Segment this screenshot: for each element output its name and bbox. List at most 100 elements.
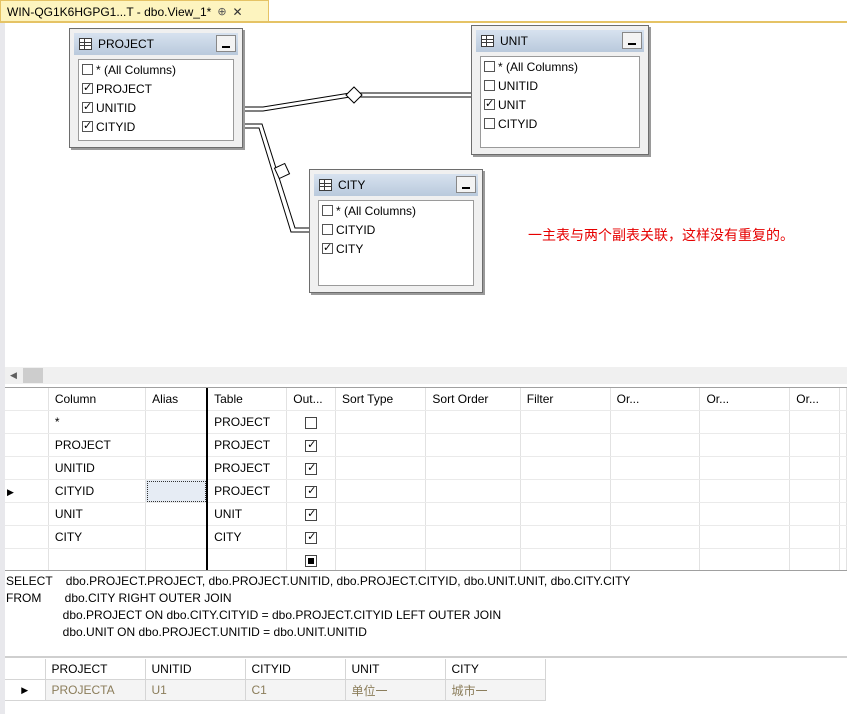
join-line-project-city[interactable]: [243, 123, 309, 233]
results-cell[interactable]: C1: [245, 679, 346, 701]
grid-header[interactable]: Or...: [610, 388, 701, 411]
grid-cell-column[interactable]: CITYID: [48, 479, 147, 503]
row-selector[interactable]: [5, 548, 49, 572]
grid-cell-table[interactable]: [207, 548, 288, 572]
grid-cell-empty[interactable]: [335, 502, 427, 526]
grid-cell-empty[interactable]: [610, 525, 701, 549]
results-cell[interactable]: 单位一: [345, 679, 446, 701]
results-header[interactable]: CITYID: [245, 659, 346, 680]
pin-icon[interactable]: ⊕: [217, 5, 226, 18]
grid-cell-empty[interactable]: [425, 433, 521, 457]
table-window-unit[interactable]: UNIT * (All Columns) UNITID UNIT CITYID: [471, 25, 649, 155]
grid-cell-empty[interactable]: [335, 548, 427, 572]
close-icon[interactable]: ✕: [233, 5, 243, 19]
grid-cell-alias[interactable]: [145, 433, 209, 457]
diagram-horizontal-scrollbar[interactable]: ◀: [5, 367, 847, 384]
column-row[interactable]: * (All Columns): [79, 60, 233, 79]
join-diamond-unit[interactable]: [345, 86, 363, 104]
grid-cell-empty[interactable]: [789, 479, 840, 503]
grid-header[interactable]: Column: [48, 388, 147, 411]
column-checkbox[interactable]: [484, 80, 495, 91]
grid-cell-empty[interactable]: [520, 410, 611, 434]
grid-cell-table[interactable]: PROJECT: [207, 479, 288, 503]
grid-cell-column[interactable]: UNIT: [48, 502, 147, 526]
grid-cell-empty[interactable]: [335, 410, 427, 434]
column-row[interactable]: UNITID: [79, 98, 233, 117]
grid-cell-output[interactable]: [286, 502, 337, 526]
grid-cell-empty[interactable]: [610, 410, 701, 434]
grid-cell-table[interactable]: PROJECT: [207, 456, 288, 480]
output-checkbox[interactable]: [305, 438, 318, 452]
column-row[interactable]: * (All Columns): [319, 201, 473, 220]
grid-cell-empty[interactable]: [699, 548, 791, 572]
grid-cell-empty[interactable]: [610, 433, 701, 457]
grid-cell-empty[interactable]: [425, 548, 521, 572]
grid-row[interactable]: UNIT UNIT: [5, 502, 847, 526]
grid-cell-empty[interactable]: [699, 410, 791, 434]
grid-header[interactable]: Or...: [789, 388, 840, 411]
column-checkbox[interactable]: [322, 241, 333, 254]
grid-header[interactable]: Out...: [286, 388, 337, 411]
results-header[interactable]: UNITID: [145, 659, 246, 680]
row-selector[interactable]: [5, 456, 49, 480]
grid-header[interactable]: Sort Type: [335, 388, 427, 411]
grid-cell-empty[interactable]: [610, 456, 701, 480]
column-row[interactable]: CITYID: [481, 114, 639, 133]
grid-row[interactable]: UNITID PROJECT: [5, 456, 847, 480]
grid-cell-empty[interactable]: [610, 502, 701, 526]
grid-cell-empty[interactable]: [839, 548, 847, 572]
grid-cell-table[interactable]: UNIT: [207, 502, 288, 526]
output-checkbox[interactable]: [305, 416, 318, 429]
column-row[interactable]: CITY: [319, 239, 473, 258]
results-row[interactable]: ▶ PROJECTA U1 C1 单位一 城市一: [5, 679, 546, 701]
grid-cell-output[interactable]: [286, 548, 337, 572]
grid-row[interactable]: [5, 548, 847, 572]
grid-cell-empty[interactable]: [789, 502, 840, 526]
grid-header[interactable]: Table: [207, 388, 288, 411]
grid-cell-empty[interactable]: [520, 433, 611, 457]
grid-cell-empty[interactable]: [789, 525, 840, 549]
grid-cell-alias[interactable]: [145, 502, 209, 526]
grid-cell-alias[interactable]: [145, 525, 209, 549]
grid-cell-empty[interactable]: [789, 410, 840, 434]
row-selector[interactable]: [5, 525, 49, 549]
diagram-pane[interactable]: PROJECT * (All Columns) PROJECT UNITID CITYI…: [5, 23, 847, 367]
grid-cell-output[interactable]: [286, 410, 337, 434]
grid-cell-empty[interactable]: [425, 456, 521, 480]
grid-cell-alias[interactable]: [145, 410, 209, 434]
grid-cell-empty[interactable]: [425, 525, 521, 549]
row-selector[interactable]: [5, 410, 49, 434]
grid-cell-empty[interactable]: [699, 456, 791, 480]
minimize-button[interactable]: [216, 35, 236, 52]
grid-cell-empty[interactable]: [699, 433, 791, 457]
grid-cell-column[interactable]: PROJECT: [48, 433, 147, 457]
grid-cell-output[interactable]: [286, 433, 337, 457]
results-cell[interactable]: 城市一: [445, 679, 546, 701]
table-window-header[interactable]: PROJECT: [74, 33, 238, 55]
table-window-header[interactable]: CITY: [314, 174, 478, 196]
column-checkbox[interactable]: [82, 100, 93, 113]
results-header[interactable]: PROJECT: [45, 659, 146, 680]
column-row[interactable]: PROJECT: [79, 79, 233, 98]
grid-cell-empty[interactable]: [789, 548, 840, 572]
grid-header[interactable]: Filter: [520, 388, 611, 411]
grid-cell-alias[interactable]: [145, 479, 209, 503]
column-row[interactable]: CITYID: [79, 117, 233, 136]
grid-cell-empty[interactable]: [520, 502, 611, 526]
grid-cell-table[interactable]: PROJECT: [207, 410, 288, 434]
results-cell[interactable]: U1: [145, 679, 246, 701]
grid-cell-empty[interactable]: [839, 525, 847, 549]
column-checkbox[interactable]: [484, 61, 495, 72]
grid-cell-output[interactable]: [286, 525, 337, 549]
grid-cell-alias[interactable]: [145, 456, 209, 480]
results-row-selector[interactable]: ▶: [5, 679, 46, 701]
grid-cell-empty[interactable]: [839, 479, 847, 503]
grid-header[interactable]: Or...: [699, 388, 791, 411]
column-checkbox[interactable]: [322, 224, 333, 235]
grid-cell-output[interactable]: [286, 456, 337, 480]
grid-cell-empty[interactable]: [335, 479, 427, 503]
row-selector[interactable]: [5, 502, 49, 526]
scroll-thumb[interactable]: [23, 368, 43, 383]
output-checkbox[interactable]: [305, 507, 318, 521]
results-cell[interactable]: PROJECTA: [45, 679, 146, 701]
